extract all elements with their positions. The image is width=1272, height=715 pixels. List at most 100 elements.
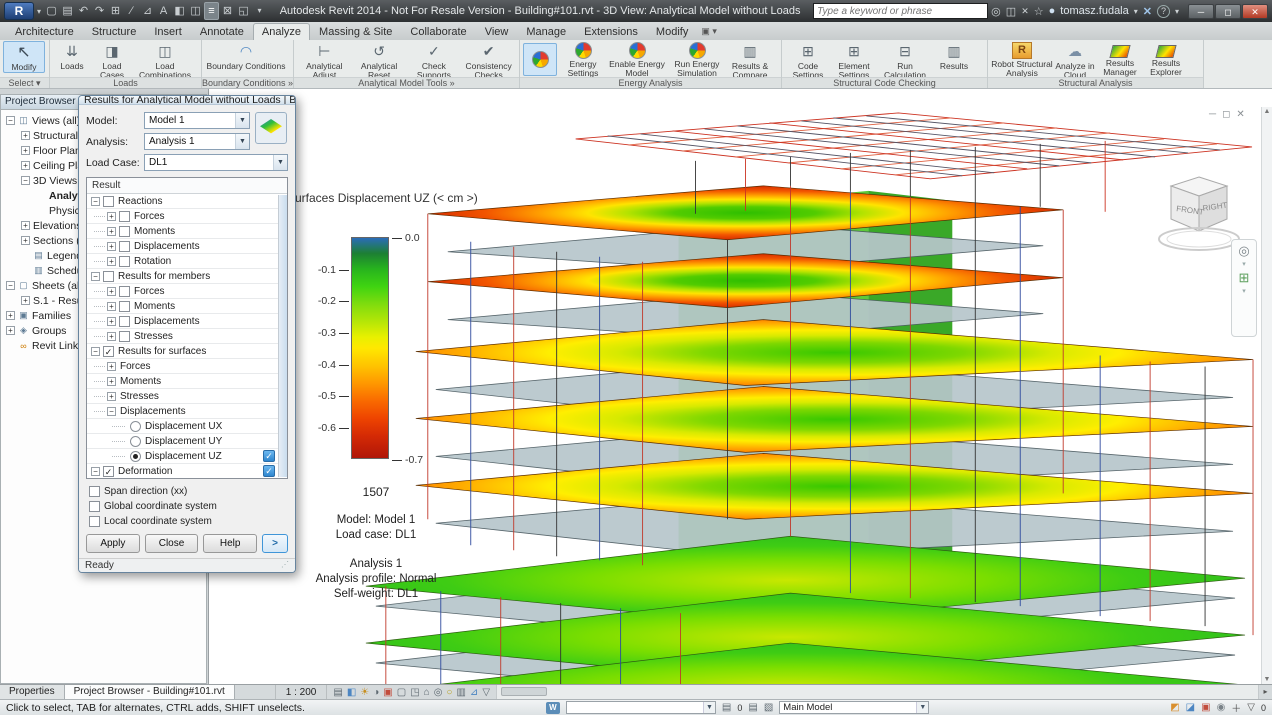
expander-icon[interactable]: − [6, 116, 15, 125]
panel-label-sa[interactable]: Structural Analysis [988, 77, 1203, 88]
checkbox[interactable] [119, 226, 130, 237]
tab-properties[interactable]: Properties [0, 685, 65, 699]
tab-insert[interactable]: Insert [145, 23, 191, 40]
worksets-select[interactable]: ▼ [566, 701, 716, 714]
crop-view-icon[interactable]: ▢ [397, 686, 406, 699]
active-option-icon[interactable]: ▧ [764, 702, 773, 713]
expander-icon[interactable]: + [107, 317, 116, 326]
edit-in-place-icon[interactable]: ◪ [1186, 702, 1195, 713]
thin-lines-icon[interactable]: ≡ [204, 2, 219, 20]
view-scale-button[interactable]: 1 : 200 [275, 685, 328, 699]
expander-icon[interactable]: + [107, 257, 116, 266]
scroll-up-icon[interactable]: ▲ [1264, 108, 1271, 115]
tab-manage[interactable]: Manage [517, 23, 575, 40]
design-options-icon[interactable]: ▤ [748, 702, 757, 713]
design-options-select[interactable]: Main Model▼ [779, 701, 929, 714]
tree-item-rotation[interactable]: +Rotation [87, 254, 287, 269]
tab-architecture[interactable]: Architecture [6, 23, 83, 40]
results-button[interactable]: ▥ Results [933, 41, 975, 71]
resize-grip-icon[interactable]: ⋰ [281, 560, 289, 571]
expander-icon[interactable]: + [6, 326, 15, 335]
subscription-center-icon[interactable]: ◫ [1006, 5, 1016, 18]
expander-icon[interactable]: + [21, 131, 30, 140]
tree-item-displacements[interactable]: +Displacements [87, 314, 287, 329]
consistency-checks-button[interactable]: ✔ Consistency Checks [461, 41, 516, 80]
expander-icon[interactable]: − [91, 347, 100, 356]
search-icon[interactable]: ◎ [991, 5, 1001, 18]
show-crop-region-icon[interactable]: ◳ [410, 686, 419, 699]
section-icon[interactable]: ◫ [188, 3, 203, 19]
checkbox[interactable] [119, 316, 130, 327]
editing-requests-icon[interactable]: ▤ [722, 702, 731, 713]
tree-item-deformation[interactable]: −✓Deformation✓ [87, 464, 287, 478]
results-manager-button[interactable]: Results Manager [1097, 41, 1143, 77]
analysis-select[interactable]: Analysis 1▼ [144, 133, 250, 150]
tree-item-displacement-ux[interactable]: Displacement UX [87, 419, 287, 434]
results-display-button[interactable] [255, 112, 287, 144]
checkbox[interactable] [119, 286, 130, 297]
robot-structural-analysis-button[interactable]: R Robot Structural Analysis [991, 41, 1053, 78]
run-calculation-button[interactable]: ⊟ Run Calculation [877, 41, 933, 80]
panel-label-loads[interactable]: Loads [50, 77, 201, 88]
expander-icon[interactable]: + [21, 296, 30, 305]
redo-icon[interactable]: ↷ [92, 3, 107, 19]
rendering-icon[interactable]: ▣ [383, 686, 392, 699]
expander-icon[interactable]: + [6, 311, 15, 320]
save-icon[interactable]: ▤ [60, 3, 75, 19]
load-cases-button[interactable]: ◨ Load Cases [91, 41, 133, 80]
selection-filter-icon[interactable]: ▽ [1247, 702, 1255, 713]
steering-wheel-icon[interactable]: ◎ [1238, 243, 1249, 258]
tree-item-stresses[interactable]: +Stresses [87, 329, 287, 344]
close-button[interactable]: ✕ [1242, 4, 1268, 19]
ribbon-display-toggle-icon[interactable]: ▣ ▾ [701, 26, 717, 40]
select-underlay-icon[interactable]: ◉ [1217, 702, 1226, 713]
zoom-tool-icon[interactable]: ⊞ [1239, 270, 1250, 285]
qat-customize-icon[interactable]: ▾ [252, 3, 267, 19]
load-combinations-button[interactable]: ◫ Load Combinations [133, 41, 197, 80]
horizontal-scrollbar[interactable] [496, 685, 1258, 699]
panel-label-energy[interactable]: Energy Analysis [520, 77, 781, 88]
expander-icon[interactable]: + [107, 212, 116, 221]
tree-item-reactions[interactable]: −Reactions [87, 194, 287, 209]
checkbox[interactable] [119, 256, 130, 267]
loads-button[interactable]: ⇊ Loads [53, 41, 91, 71]
default-3d-view-icon[interactable]: ◧ [172, 3, 187, 19]
code-settings-button[interactable]: ⊞ Code Settings [785, 41, 831, 80]
scrollbar-thumb[interactable] [501, 687, 547, 696]
analytical-adjust-button[interactable]: ⊢ Analytical Adjust [297, 41, 352, 80]
option-local-cs[interactable]: Local coordinate system [86, 514, 288, 529]
signin-arrow-icon[interactable]: ▾ [1134, 7, 1138, 16]
show-energy-model-button[interactable] [523, 43, 557, 76]
print-icon[interactable]: ⊞ [108, 3, 123, 19]
run-energy-simulation-button[interactable]: Run Energy Simulation [668, 41, 726, 78]
radio-button[interactable] [130, 421, 141, 432]
expander-icon[interactable]: + [107, 242, 116, 251]
undo-icon[interactable]: ↶ [76, 3, 91, 19]
panel-label-boundary[interactable]: Boundary Conditions » [202, 77, 293, 88]
tree-item-forces[interactable]: +Forces [87, 209, 287, 224]
tree-item-forces[interactable]: +Forces [87, 359, 287, 374]
exclude-options-icon[interactable]: ◩ [1170, 702, 1179, 713]
expander-icon[interactable]: − [6, 281, 15, 290]
tree-item-displacements[interactable]: +Displacements [87, 239, 287, 254]
checkbox[interactable] [89, 486, 100, 497]
tab-project-browser[interactable]: Project Browser - Building#101.rvt [65, 685, 235, 699]
results-compare-button[interactable]: ▥ Results & Compare [726, 41, 774, 80]
enable-energy-model-button[interactable]: Enable Energy Model [606, 41, 668, 78]
expander-icon[interactable]: + [107, 362, 116, 371]
expander-icon[interactable]: + [107, 227, 116, 236]
checkbox[interactable] [89, 516, 100, 527]
option-span-direction[interactable]: Span direction (xx) [86, 484, 288, 499]
reveal-constraints-icon[interactable]: ▽ [482, 686, 490, 699]
checkbox[interactable] [103, 271, 114, 282]
view-restore-icon[interactable]: ◻ [1222, 109, 1230, 120]
nav-arrow-icon[interactable]: ▾ [1242, 287, 1246, 295]
tab-extensions[interactable]: Extensions [575, 23, 647, 40]
tree-item-displacements[interactable]: −Displacements [87, 404, 287, 419]
expander-icon[interactable]: + [107, 302, 116, 311]
results-explorer-button[interactable]: Results Explorer [1143, 41, 1189, 77]
checkbox[interactable] [103, 196, 114, 207]
close-button[interactable]: Close [145, 534, 199, 553]
sun-settings-icon[interactable]: ☀ [360, 686, 369, 699]
aligned-dimension-icon[interactable]: ⊿ [140, 3, 155, 19]
